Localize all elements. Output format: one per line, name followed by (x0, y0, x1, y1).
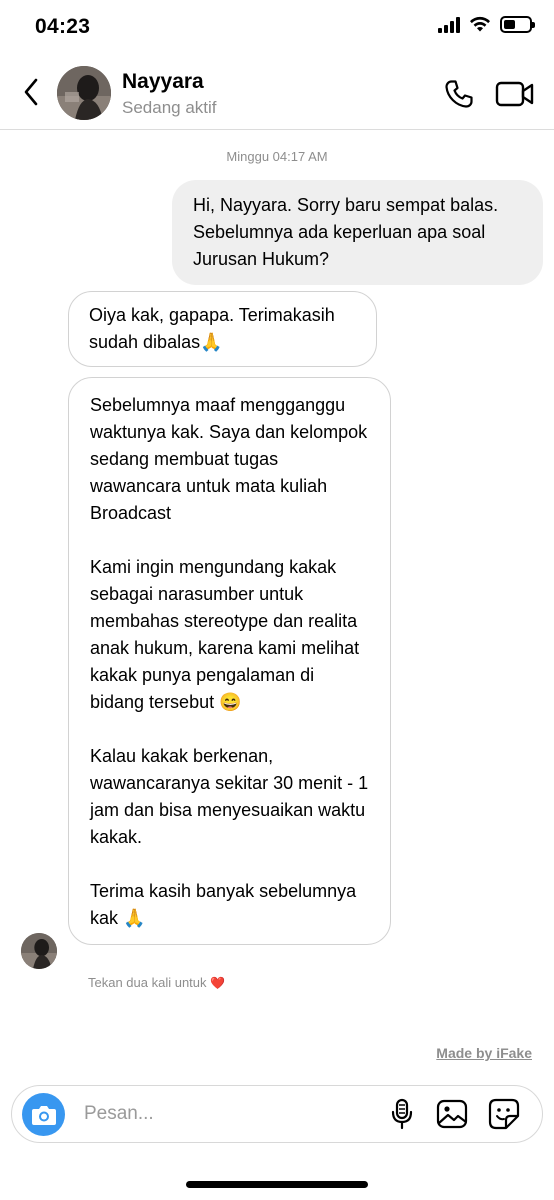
video-call-button[interactable] (495, 78, 535, 110)
heart-icon: ❤️ (210, 976, 226, 990)
gallery-button[interactable] (436, 1098, 468, 1130)
message-paragraph-4: Terima kasih banyak sebelumnya kak 🙏 (90, 881, 357, 928)
home-indicator[interactable] (186, 1181, 368, 1188)
battery-level (504, 20, 515, 29)
chevron-left-icon (24, 78, 38, 106)
double-tap-hint: Tekan dua kali untuk ❤️ (88, 975, 225, 990)
camera-icon (31, 1105, 56, 1125)
avatar-photo (21, 933, 57, 969)
status-icons (438, 16, 535, 33)
message-input[interactable] (84, 1098, 364, 1130)
microphone-icon (391, 1098, 413, 1130)
sender-avatar[interactable] (21, 933, 57, 969)
message-composer (11, 1085, 543, 1143)
watermark: Made by iFake (436, 1045, 532, 1061)
message-paragraph-2: Kami ingin mengundang kakak sebagai nara… (90, 557, 360, 712)
incoming-message-long[interactable]: Sebelumnya maaf mengganggu waktunya kak.… (68, 377, 391, 945)
incoming-message[interactable]: Oiya kak, gapapa. Terimakasih sudah diba… (68, 291, 377, 367)
camera-button[interactable] (22, 1093, 65, 1136)
sticker-button[interactable] (488, 1098, 520, 1130)
avatar-photo (57, 66, 111, 120)
status-time: 04:23 (35, 15, 91, 38)
video-camera-icon (495, 81, 534, 107)
hint-text: Tekan dua kali untuk (88, 975, 207, 990)
contact-status: Sedang aktif (122, 98, 217, 117)
image-icon (436, 1099, 468, 1129)
message-timestamp: Minggu 04:17 AM (226, 149, 328, 164)
wifi-icon (470, 16, 490, 32)
voice-message-button[interactable] (389, 1098, 415, 1130)
status-bar: 04:23 (0, 0, 554, 56)
battery-icon (500, 16, 535, 33)
outgoing-message[interactable]: Hi, Nayyara. Sorry baru sempat balas. Se… (172, 180, 543, 285)
back-button[interactable] (16, 76, 46, 108)
incoming-message-text: Oiya kak, gapapa. Terimakasih sudah diba… (89, 305, 335, 352)
cellular-signal-icon (438, 16, 460, 33)
phone-icon (445, 80, 473, 108)
contact-name[interactable]: Nayyara (122, 70, 204, 94)
contact-avatar[interactable] (57, 66, 111, 120)
message-paragraph-3: Kalau kakak berkenan, wawancaranya sekit… (90, 746, 369, 847)
message-paragraph-1: Sebelumnya maaf mengganggu waktunya kak.… (90, 395, 368, 523)
sticker-icon (488, 1098, 520, 1130)
chat-header: Nayyara Sedang aktif (0, 56, 554, 130)
call-button[interactable] (443, 78, 475, 110)
outgoing-message-text: Hi, Nayyara. Sorry baru sempat balas. Se… (193, 195, 499, 269)
